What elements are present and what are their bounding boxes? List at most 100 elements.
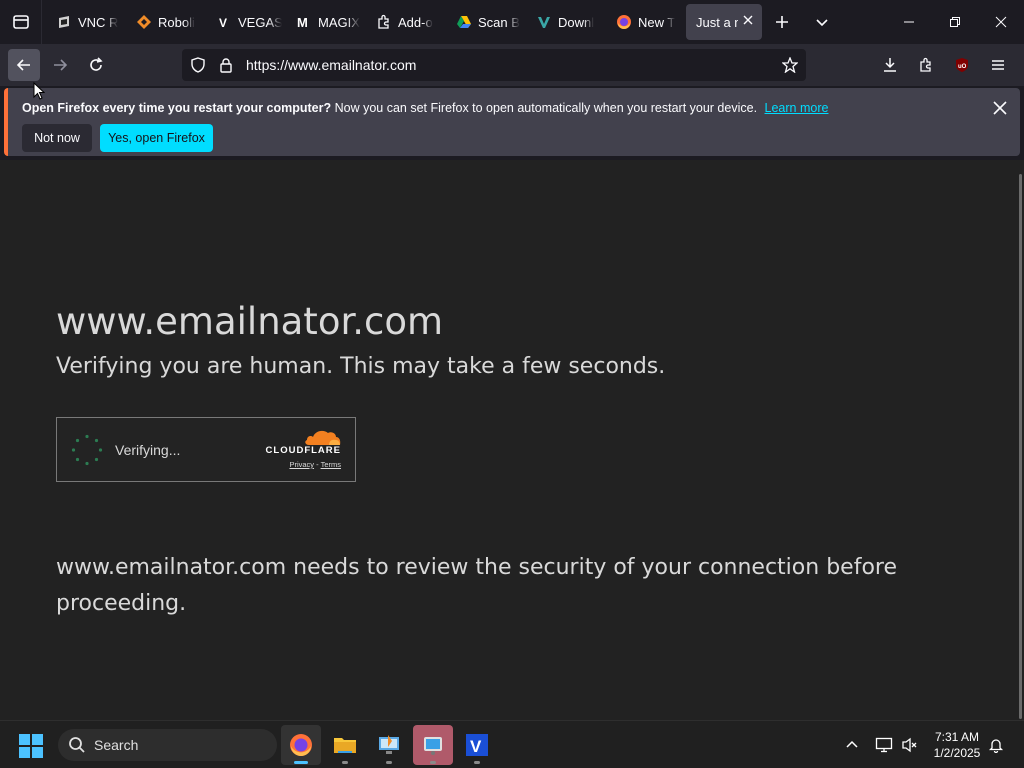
tab-vegas[interactable]: V VEGAS — [202, 4, 282, 40]
network-tray-icon[interactable] — [874, 735, 894, 755]
tab-vnc[interactable]: VNC R — [42, 4, 122, 40]
tab-strip: VNC R Roboli V VEGAS M MAGIX Add-o Scan … — [0, 0, 1024, 44]
search-label: Search — [94, 737, 139, 753]
notification-bar: Open Firefox every time you restart your… — [4, 88, 1020, 156]
ublock-origin-button[interactable]: uO — [944, 49, 980, 81]
chevron-down-icon — [816, 19, 828, 27]
cloudflare-logo: CLOUDFLARE Privacy - Terms — [261, 428, 341, 469]
taskbar-search[interactable]: Search — [58, 729, 277, 761]
tab-magix[interactable]: M MAGIX — [282, 4, 362, 40]
restore-icon — [950, 17, 960, 27]
puzzle-icon — [920, 57, 931, 72]
privacy-link[interactable]: Privacy — [289, 460, 314, 469]
chevron-up-icon — [846, 740, 858, 748]
puzzle-icon — [376, 14, 392, 30]
vegas-icon: V — [216, 14, 232, 30]
magix-icon: M — [296, 14, 312, 30]
verifying-human-subtitle: Verifying you are human. This may take a… — [56, 354, 666, 379]
reload-icon — [90, 57, 103, 71]
clock-date: 1/2/2025 — [933, 746, 981, 760]
notification-close-button[interactable] — [990, 98, 1010, 118]
tab-label: New T — [638, 14, 676, 30]
url-bar[interactable] — [182, 49, 806, 81]
notifications-button[interactable] — [986, 735, 1006, 755]
running-indicator — [342, 761, 348, 764]
taskbar-app-firefox[interactable] — [281, 725, 321, 765]
verifying-label: Verifying... — [115, 442, 181, 458]
mouse-cursor-icon — [33, 82, 45, 100]
snipping-tool-icon — [424, 737, 442, 755]
tab-label: Roboli — [158, 14, 195, 30]
notification-message: Open Firefox every time you restart your… — [22, 101, 828, 115]
lock-icon[interactable] — [218, 57, 234, 73]
hamburger-menu-icon — [992, 60, 1004, 70]
running-indicator — [386, 761, 392, 764]
tab-scan[interactable]: Scan B — [442, 4, 522, 40]
reload-button[interactable] — [80, 49, 112, 81]
cloudflare-challenge-widget[interactable]: Verifying... CLOUDFLARE Privacy - Terms — [56, 417, 356, 482]
taskbar-app-remote-desktop[interactable] — [369, 725, 409, 765]
tab-close-icon[interactable] — [742, 14, 754, 29]
show-hidden-icons-button[interactable] — [842, 735, 862, 755]
svg-text:V: V — [470, 737, 482, 756]
extensions-button[interactable] — [908, 49, 944, 81]
tab-label: Downl — [558, 14, 595, 30]
display-icon — [875, 737, 893, 753]
taskbar-app-vegas[interactable]: V — [457, 725, 497, 765]
tracking-protection-shield-icon[interactable] — [190, 57, 206, 73]
download-site-icon — [536, 14, 552, 30]
terms-link[interactable]: Terms — [321, 460, 341, 469]
page-scrollbar[interactable] — [1019, 174, 1022, 719]
cloudflare-links: Privacy - Terms — [289, 460, 341, 469]
firefox-view-button[interactable] — [0, 0, 42, 44]
tab-roboli[interactable]: Roboli — [122, 4, 202, 40]
speaker-muted-icon — [902, 737, 917, 753]
taskbar-app-file-explorer[interactable] — [325, 725, 365, 765]
yes-open-firefox-button[interactable]: Yes, open Firefox — [100, 124, 213, 152]
tab-label: MAGIX — [318, 14, 360, 30]
tab-download[interactable]: Downl — [522, 4, 602, 40]
windows-start-icon[interactable] — [18, 733, 44, 759]
close-icon — [995, 16, 1007, 28]
list-all-tabs-button[interactable] — [802, 4, 842, 40]
screen: VNC R Roboli V VEGAS M MAGIX Add-o Scan … — [0, 0, 1024, 768]
spinner-icon — [71, 434, 103, 466]
tab-new[interactable]: New T — [602, 4, 682, 40]
minimize-button[interactable] — [886, 0, 932, 44]
page-content: www.emailnator.com Verifying you are hum… — [0, 160, 1024, 720]
bookmark-star-icon[interactable] — [781, 56, 799, 78]
restore-button[interactable] — [932, 0, 978, 44]
arrow-left-icon — [16, 59, 30, 71]
ublock-origin-icon: uO — [956, 58, 968, 72]
volume-muted-tray-icon[interactable] — [900, 735, 920, 755]
arrow-right-icon — [54, 59, 68, 71]
forward-button[interactable] — [44, 49, 76, 81]
url-input[interactable] — [246, 57, 766, 73]
close-window-button[interactable] — [978, 0, 1024, 44]
bell-icon — [988, 739, 1004, 753]
app-menu-button[interactable] — [980, 49, 1016, 81]
not-now-button[interactable]: Not now — [22, 124, 92, 152]
plus-icon — [776, 16, 788, 28]
notification-body: Now you can set Firefox to open automati… — [334, 101, 758, 115]
svg-text:V: V — [219, 16, 227, 30]
system-clock[interactable]: 7:31 AM 1/2/2025 — [926, 729, 988, 761]
running-indicator — [474, 761, 480, 764]
remote-desktop-icon — [379, 735, 399, 754]
learn-more-link[interactable]: Learn more — [765, 101, 829, 115]
tab-add-ons[interactable]: Add-o — [362, 4, 442, 40]
back-button[interactable] — [8, 49, 40, 81]
clock-time: 7:31 AM — [934, 730, 980, 744]
download-icon — [884, 58, 896, 72]
search-icon — [69, 737, 85, 753]
downloads-button[interactable] — [872, 49, 908, 81]
tab-label: VEGAS — [238, 14, 282, 30]
tab-label: Scan B — [478, 14, 520, 30]
site-domain-heading: www.emailnator.com — [56, 300, 444, 343]
taskbar-app-snipping-tool[interactable] — [413, 725, 453, 765]
firefox-icon — [290, 734, 312, 756]
security-review-message: www.emailnator.com needs to review the s… — [56, 555, 897, 616]
tab-just-a-moment[interactable]: Just a m — [686, 4, 762, 40]
new-tab-button[interactable] — [762, 4, 802, 40]
svg-text:uO: uO — [958, 64, 967, 70]
